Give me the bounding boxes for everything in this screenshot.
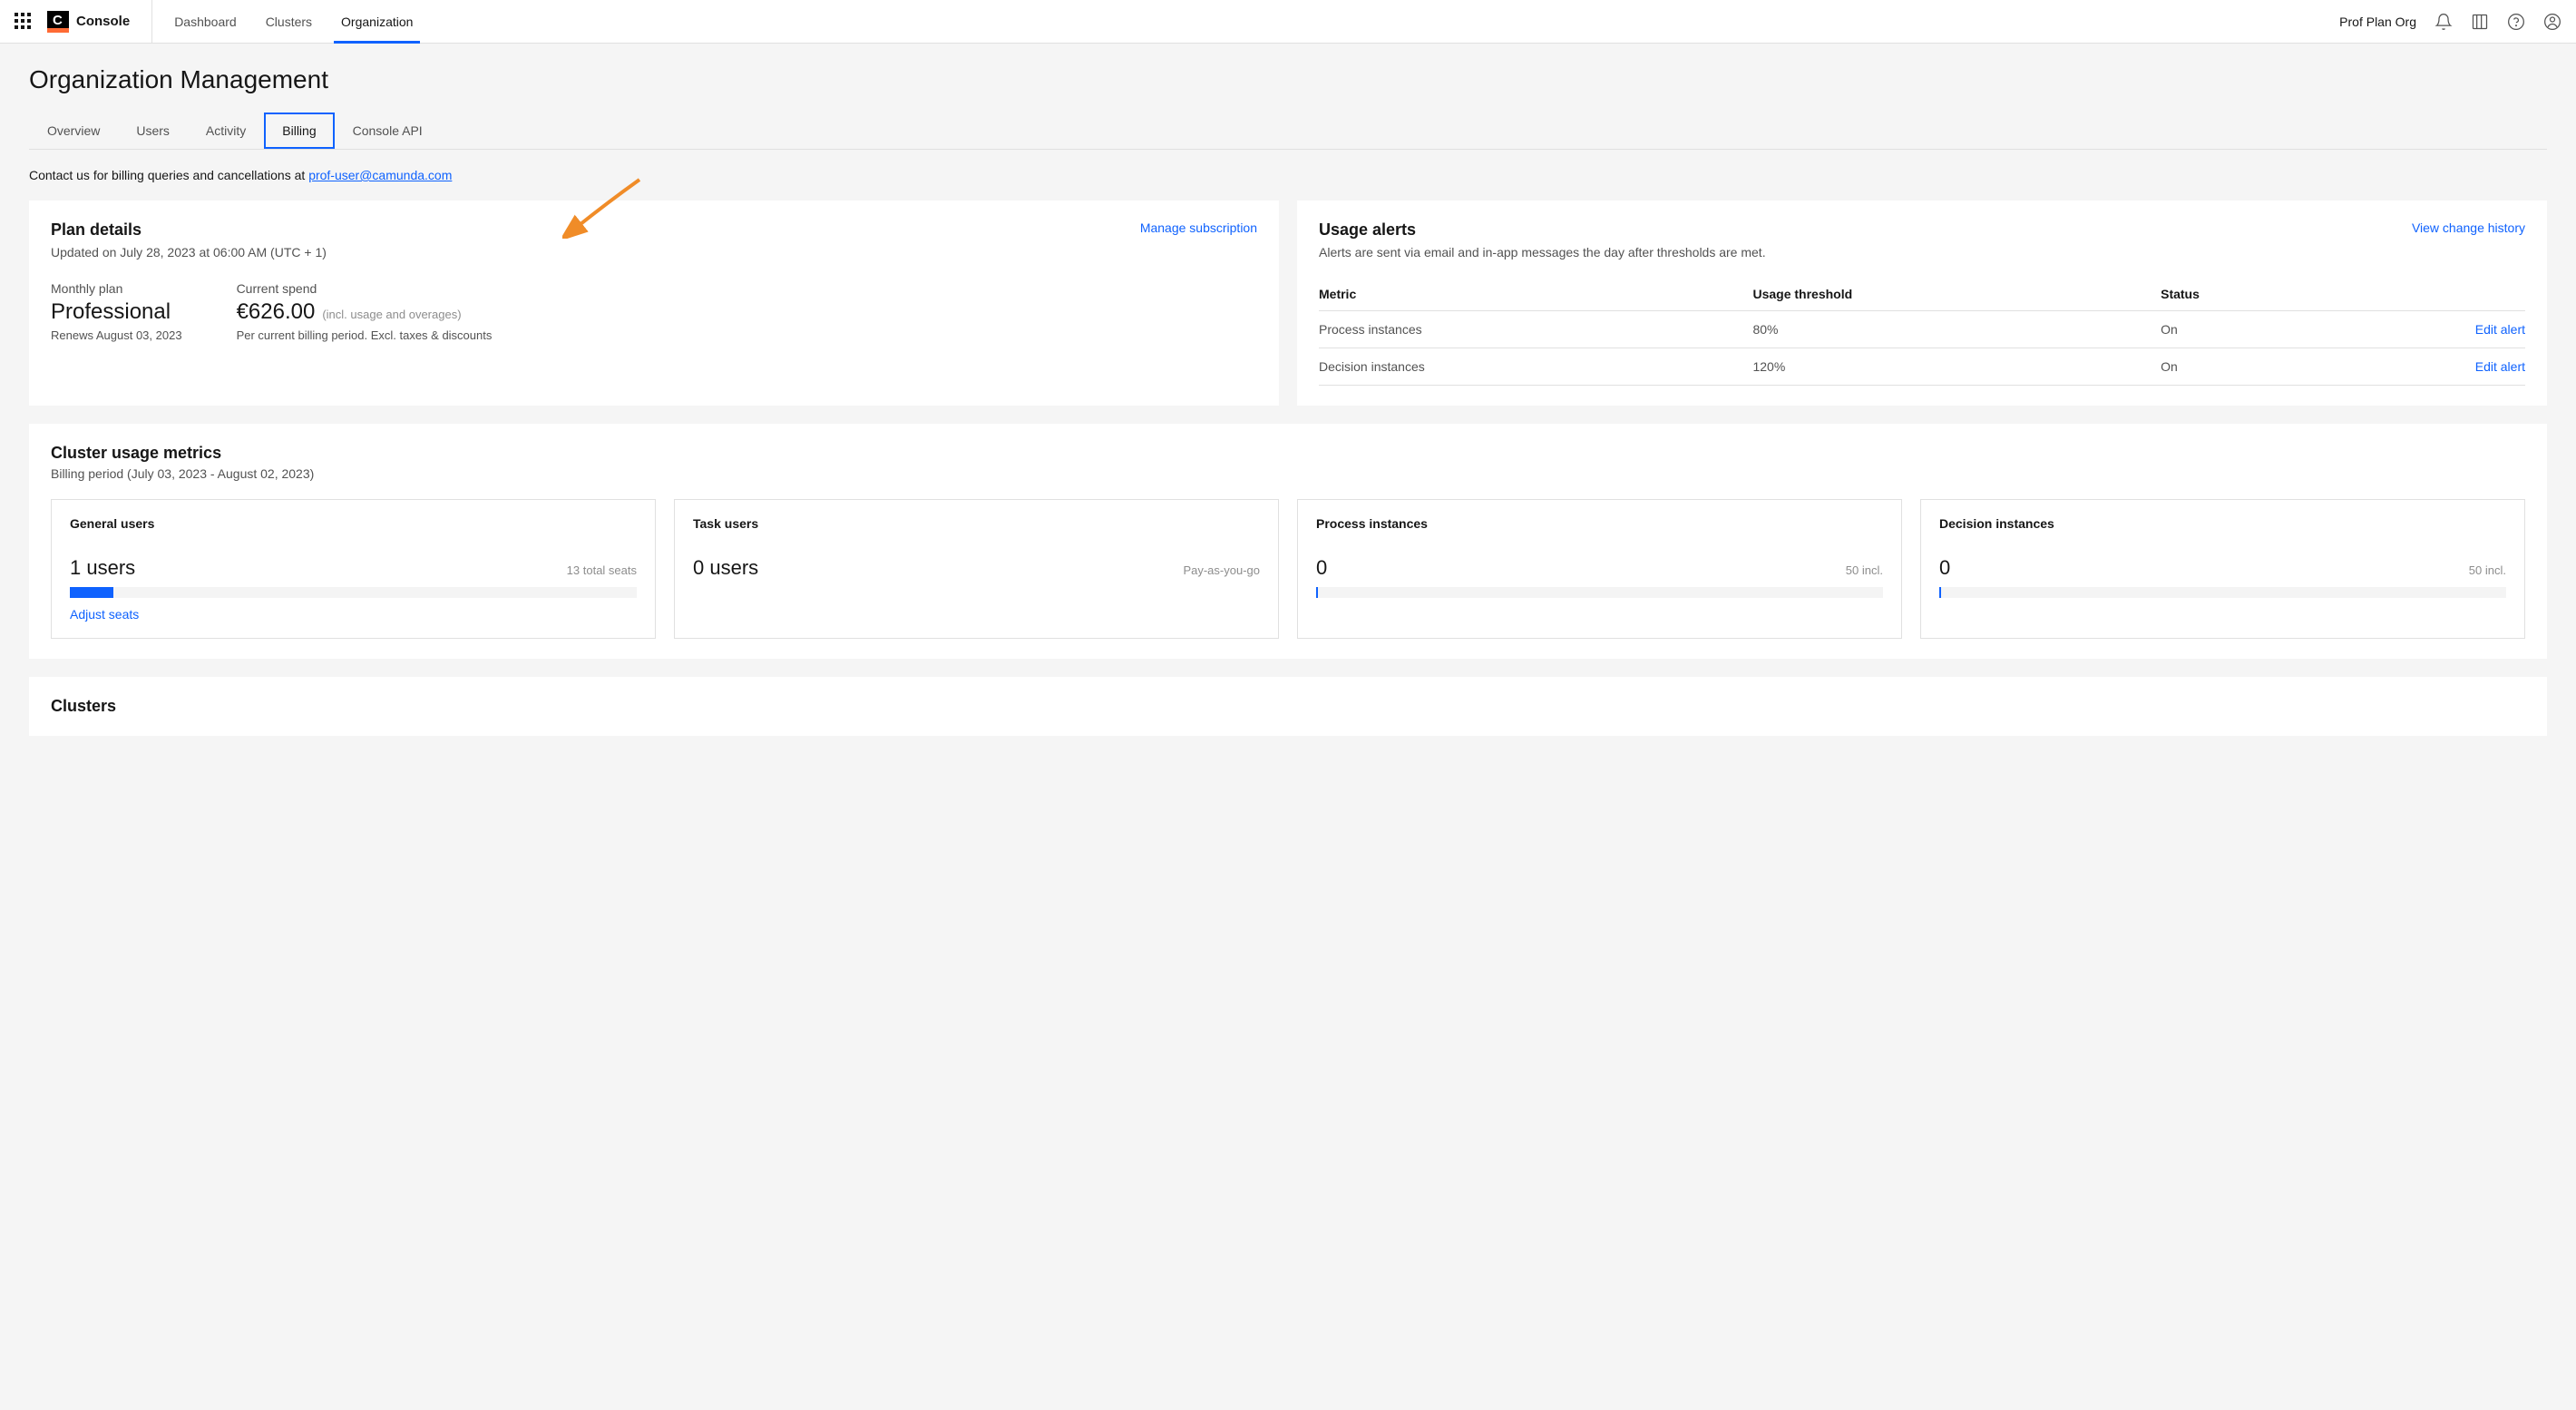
org-name[interactable]: Prof Plan Org (2339, 15, 2416, 29)
cell-threshold: 120% (1752, 348, 2161, 386)
col-metric: Metric (1319, 278, 1752, 311)
tab-overview[interactable]: Overview (29, 113, 118, 149)
cell-metric: Decision instances (1319, 348, 1752, 386)
progress-bar (70, 587, 637, 598)
help-icon[interactable] (2507, 13, 2525, 31)
tile-value: 0 (1939, 556, 1950, 580)
spend-label: Current spend (237, 281, 493, 296)
monthly-plan-label: Monthly plan (51, 281, 182, 296)
page-body: Organization Management Overview Users A… (0, 44, 2576, 758)
clusters-title: Clusters (51, 697, 2525, 716)
tile-process-instances: Process instances 0 50 incl. (1297, 499, 1902, 639)
tile-task-users: Task users 0 users Pay-as-you-go (674, 499, 1279, 639)
cell-status: On (2161, 311, 2319, 348)
tile-decision-instances: Decision instances 0 50 incl. (1920, 499, 2525, 639)
cluster-metrics-card: Cluster usage metrics Billing period (Ju… (29, 424, 2547, 659)
current-spend-block: Current spend €626.00 (incl. usage and o… (237, 281, 493, 342)
view-change-history-link[interactable]: View change history (2412, 220, 2525, 235)
col-status: Status (2161, 278, 2319, 311)
nav-dashboard[interactable]: Dashboard (174, 0, 237, 44)
nav-clusters[interactable]: Clusters (266, 0, 312, 44)
clusters-card: Clusters (29, 677, 2547, 736)
usage-alerts-title: Usage alerts (1319, 220, 1416, 240)
apps-icon[interactable] (2471, 13, 2489, 31)
spend-incl: (incl. usage and overages) (322, 308, 461, 321)
nav-organization[interactable]: Organization (341, 0, 413, 44)
tile-title: Decision instances (1939, 516, 2506, 531)
cluster-metrics-period: Billing period (July 03, 2023 - August 0… (51, 466, 2525, 481)
cluster-metrics-title: Cluster usage metrics (51, 444, 2525, 463)
sub-tabs: Overview Users Activity Billing Console … (29, 113, 2547, 150)
alerts-table: Metric Usage threshold Status Process in… (1319, 278, 2525, 386)
progress-bar (1316, 587, 1883, 598)
tile-subvalue: 50 incl. (2469, 563, 2506, 577)
usage-alerts-desc: Alerts are sent via email and in-app mes… (1319, 245, 1772, 259)
page-title: Organization Management (29, 65, 2547, 94)
plan-name: Professional (51, 299, 182, 325)
table-row: Decision instances 120% On Edit alert (1319, 348, 2525, 386)
table-row: Process instances 80% On Edit alert (1319, 311, 2525, 348)
plan-details-title: Plan details (51, 220, 141, 240)
edit-alert-link[interactable]: Edit alert (2320, 348, 2525, 386)
tile-subvalue: 13 total seats (567, 563, 637, 577)
tile-value: 1 users (70, 556, 135, 580)
tile-title: Task users (693, 516, 1260, 531)
tab-billing[interactable]: Billing (264, 113, 334, 149)
tab-users[interactable]: Users (118, 113, 188, 149)
tab-console-api[interactable]: Console API (335, 113, 441, 149)
adjust-seats-link[interactable]: Adjust seats (70, 607, 637, 622)
header-right: Prof Plan Org (2339, 13, 2561, 31)
tile-general-users: General users 1 users 13 total seats Adj… (51, 499, 656, 639)
brand-name: Console (76, 0, 152, 44)
top-nav: Dashboard Clusters Organization (174, 0, 413, 44)
progress-bar (1939, 587, 2506, 598)
top-header: Console Dashboard Clusters Organization … (0, 0, 2576, 44)
tile-title: Process instances (1316, 516, 1883, 531)
edit-alert-link[interactable]: Edit alert (2320, 311, 2525, 348)
user-icon[interactable] (2543, 13, 2561, 31)
usage-alerts-card: Usage alerts View change history Alerts … (1297, 201, 2547, 406)
spend-value: €626.00 (237, 299, 316, 325)
contact-email-link[interactable]: prof-user@camunda.com (308, 168, 452, 182)
tile-value: 0 (1316, 556, 1327, 580)
plan-details-card: Plan details Manage subscription Updated… (29, 201, 1279, 406)
contact-prefix: Contact us for billing queries and cance… (29, 168, 308, 182)
tab-activity[interactable]: Activity (188, 113, 264, 149)
tile-title: General users (70, 516, 637, 531)
notifications-icon[interactable] (2435, 13, 2453, 31)
cell-threshold: 80% (1752, 311, 2161, 348)
tile-value: 0 users (693, 556, 758, 580)
app-launcher-icon[interactable] (15, 13, 33, 31)
tile-subvalue: Pay-as-you-go (1183, 563, 1260, 577)
brand-logo (47, 11, 69, 33)
cell-status: On (2161, 348, 2319, 386)
plan-updated: Updated on July 28, 2023 at 06:00 AM (UT… (51, 245, 1257, 259)
contact-line: Contact us for billing queries and cance… (29, 168, 2547, 182)
plan-renews: Renews August 03, 2023 (51, 328, 182, 342)
monthly-plan-block: Monthly plan Professional Renews August … (51, 281, 182, 342)
manage-subscription-link[interactable]: Manage subscription (1140, 220, 1257, 235)
spend-note: Per current billing period. Excl. taxes … (237, 328, 493, 342)
col-threshold: Usage threshold (1752, 278, 2161, 311)
cell-metric: Process instances (1319, 311, 1752, 348)
tile-subvalue: 50 incl. (1846, 563, 1883, 577)
